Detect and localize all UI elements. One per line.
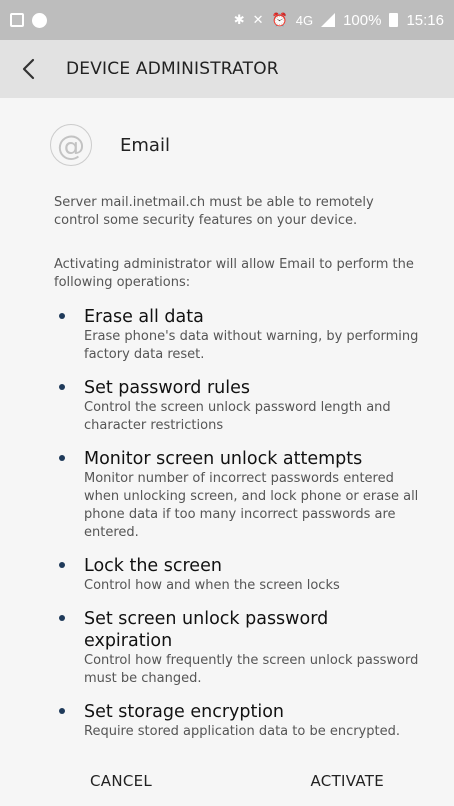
app-name: Email [120,134,170,156]
operation-title: Set storage encryption [84,702,285,722]
activate-button[interactable]: ACTIVATE [311,772,385,790]
bluetooth-icon: ✱ [233,12,245,27]
operation-description: Require stored application data to be en… [84,724,400,739]
bullet-icon [59,313,65,319]
signal-icon [321,13,336,27]
back-button[interactable] [0,40,58,98]
operation-item: Monitor screen unlock attempts Monitor n… [54,448,420,542]
operation-title: Monitor screen unlock attempts [84,449,363,469]
operation-title: Erase all data [84,307,204,327]
mute-icon: ✕ [252,12,264,27]
operation-item: Set screen unlock password expiration Co… [54,608,420,688]
back-arrow-icon [22,58,35,80]
battery-icon [389,13,399,27]
bottom-action-bar: CANCEL ACTIVATE [0,755,454,806]
operation-description: Erase phone's data without warning, by p… [84,329,419,362]
app-bar: DEVICE ADMINISTRATOR [0,40,454,98]
operation-description: Control how and when the screen locks [84,578,340,593]
operation-item: Lock the screen Control how and when the… [54,555,420,595]
image-icon [10,13,24,27]
status-bar: ✱ ✕ ⏰ 4G 100% 15:16 [0,0,454,40]
network-label: 4G [295,12,314,28]
operation-item: Erase all data Erase phone's data withou… [54,306,420,364]
alarm-icon: ⏰ [271,12,288,27]
admin-details[interactable]: @ Email Server mail.inetmail.ch must be … [0,98,454,755]
page-title: DEVICE ADMINISTRATOR [66,59,279,79]
operations-list: Erase all data Erase phone's data withou… [54,306,420,741]
notification-face-icon [32,12,47,28]
operation-title: Set password rules [84,378,250,398]
operation-description: Control the screen unlock password lengt… [84,400,391,433]
operation-title: Set screen unlock password expiration [84,609,329,651]
operation-description: Control how frequently the screen unlock… [84,653,419,686]
operation-title: Lock the screen [84,556,222,576]
operation-description: Monitor number of incorrect passwords en… [84,471,419,540]
bullet-icon [59,384,65,390]
battery-percent: 100% [343,11,382,29]
server-description: Server mail.inetmail.ch must be able to … [54,195,374,228]
bullet-icon [59,615,65,621]
bullet-icon [59,455,65,461]
status-left [10,12,47,28]
operations-intro: Activating administrator will allow Emai… [54,257,414,290]
email-app-icon: @ [50,124,92,166]
clock: 15:16 [406,11,444,29]
cancel-button[interactable]: CANCEL [90,772,152,790]
app-info-row: @ Email [50,124,420,166]
operation-item: Set password rules Control the screen un… [54,377,420,435]
bullet-icon [59,562,65,568]
status-right: ✱ ✕ ⏰ 4G 100% 15:16 [234,12,444,29]
bullet-icon [59,708,65,714]
operation-item: Set storage encryption Require stored ap… [54,701,420,741]
